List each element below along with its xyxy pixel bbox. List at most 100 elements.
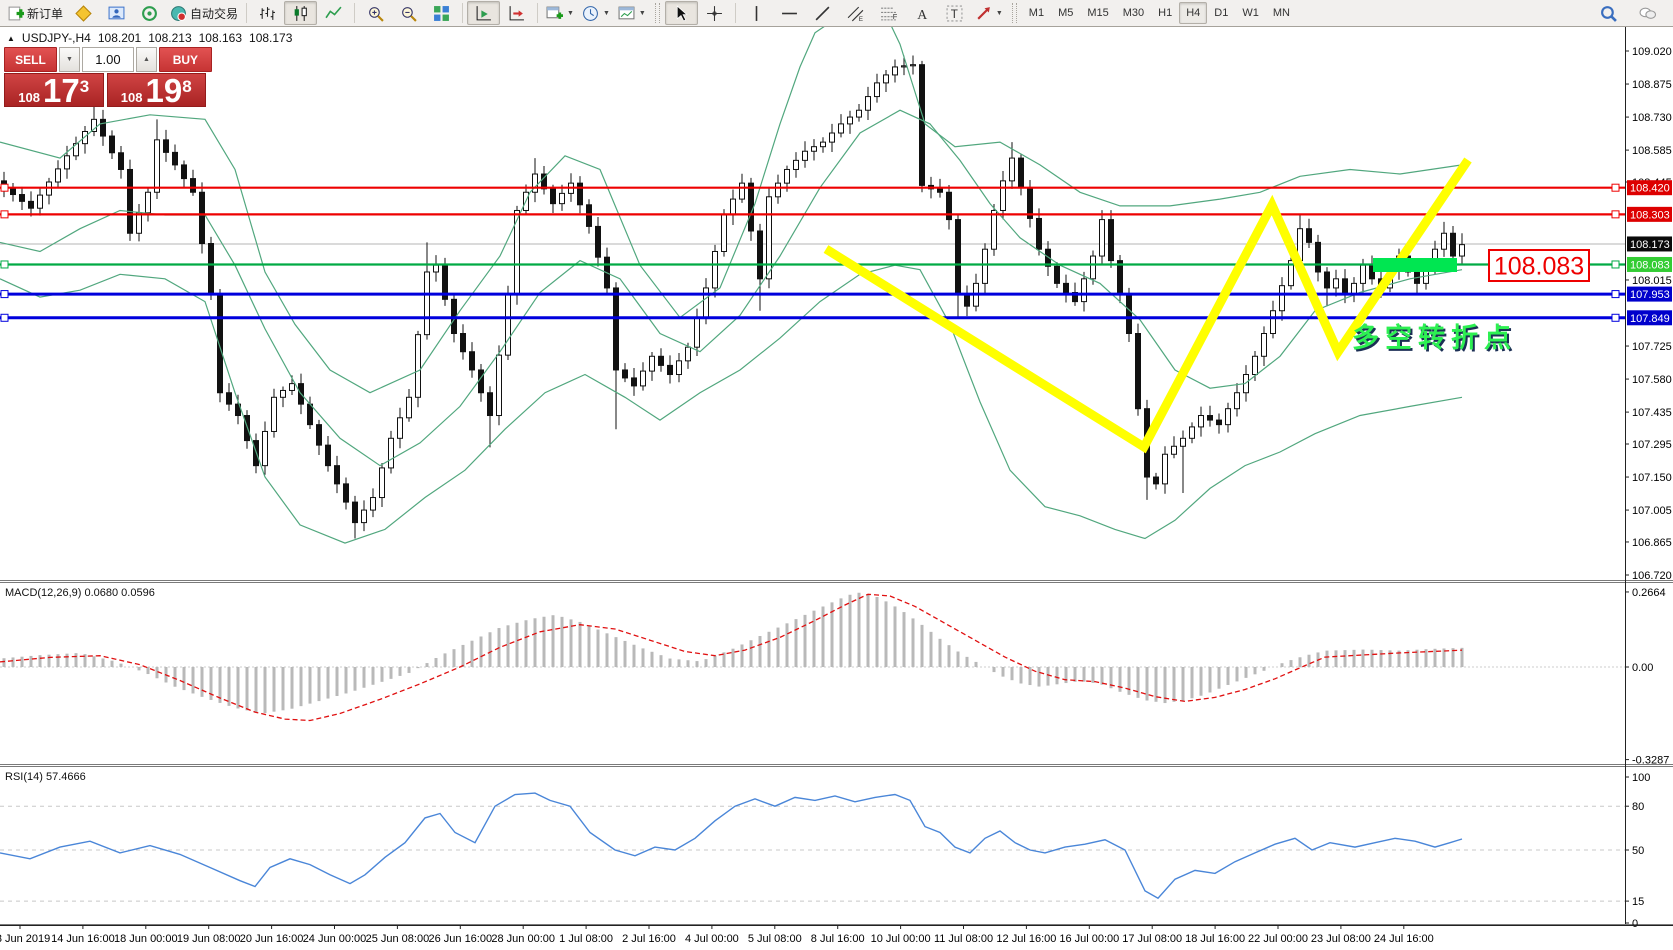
svg-text:25 Jun 08:00: 25 Jun 08:00 xyxy=(366,933,430,945)
chat-button[interactable] xyxy=(1631,1,1664,25)
candlestick-chart-button[interactable] xyxy=(284,1,317,25)
vline-icon xyxy=(748,5,765,22)
auto-scroll-button[interactable] xyxy=(467,1,500,25)
sell-price-sup: 3 xyxy=(80,72,89,102)
svg-text:108.083: 108.083 xyxy=(1630,259,1670,271)
svg-text:4 Jul 00:00: 4 Jul 00:00 xyxy=(685,933,739,945)
market-icon xyxy=(108,5,125,22)
svg-text:10 Jul 00:00: 10 Jul 00:00 xyxy=(871,933,931,945)
volume-increase-button[interactable]: ▲ xyxy=(136,47,157,72)
volume-input[interactable] xyxy=(82,47,134,72)
timeframe-button-h1[interactable]: H1 xyxy=(1151,2,1179,24)
volume-decrease-button[interactable]: ▼ xyxy=(59,47,80,72)
ohlc-low: 108.163 xyxy=(199,31,242,45)
auto-icon xyxy=(170,5,187,22)
autoscroll-icon xyxy=(475,5,492,22)
timeframe-button-m15[interactable]: M15 xyxy=(1080,2,1115,24)
zoom-out-button[interactable] xyxy=(392,1,425,25)
candles-icon xyxy=(292,5,309,22)
buy-price-quote[interactable]: 108198 xyxy=(107,73,207,107)
tile-windows-button[interactable] xyxy=(425,1,458,25)
ohlc-high: 108.213 xyxy=(148,31,191,45)
indicators-menu-button[interactable]: ▼ xyxy=(614,1,650,25)
trendline-button[interactable] xyxy=(806,1,839,25)
new-order-button[interactable]: 新订单 xyxy=(3,1,67,25)
svg-text:107.849: 107.849 xyxy=(1630,313,1670,325)
turning-point-label[interactable]: 多空转折点多空转折点 xyxy=(1352,322,1519,355)
toolbar-separator xyxy=(735,3,736,23)
text-button[interactable]: A xyxy=(905,1,938,25)
sell-price-big: 17 xyxy=(43,76,80,105)
tile-icon xyxy=(433,5,450,22)
indwindow-icon xyxy=(618,5,635,22)
hline-icon xyxy=(781,5,798,22)
price-annotation-box[interactable]: 108.083 xyxy=(1489,250,1589,281)
svg-text:108.875: 108.875 xyxy=(1632,79,1672,91)
crosshair-button[interactable] xyxy=(698,1,731,25)
search-button[interactable] xyxy=(1592,1,1625,25)
timeframe-button-mn[interactable]: MN xyxy=(1266,2,1297,24)
zoomin-icon xyxy=(367,5,384,22)
mt4-window: 108.083多空转折点多空转折点109.020108.875108.73010… xyxy=(0,0,1673,950)
buy-price-prefix: 108 xyxy=(121,90,143,105)
chart-shift-button[interactable] xyxy=(500,1,533,25)
timeframe-button-h4[interactable]: H4 xyxy=(1179,2,1207,24)
periods-menu-button[interactable]: ▼ xyxy=(578,1,614,25)
svg-text:107.295: 107.295 xyxy=(1632,439,1672,451)
chat-icon xyxy=(1639,5,1656,22)
svg-text:T: T xyxy=(951,7,958,20)
sell-button[interactable]: SELL xyxy=(4,47,57,72)
timeframe-button-w1[interactable]: W1 xyxy=(1235,2,1266,24)
svg-text:多空转折点: 多空转折点 xyxy=(1352,322,1517,353)
equidistant-channel-button[interactable]: E xyxy=(839,1,872,25)
toolbar: 新订单自动交易▼▼▼EFAT▼M1M5M15M30H1H4D1W1MN xyxy=(0,0,1673,27)
svg-text:16 Jul 00:00: 16 Jul 00:00 xyxy=(1059,933,1119,945)
cursor-button[interactable] xyxy=(665,1,698,25)
svg-text:106.720: 106.720 xyxy=(1632,570,1672,582)
price-badge-108.303: 108.303 xyxy=(1627,207,1672,222)
svg-text:100: 100 xyxy=(1632,772,1650,784)
svg-text:0.2664: 0.2664 xyxy=(1632,587,1666,599)
timeframe-button-m1[interactable]: M1 xyxy=(1022,2,1051,24)
zoom-in-button[interactable] xyxy=(359,1,392,25)
clock-icon xyxy=(582,5,599,22)
newchart-icon xyxy=(546,5,563,22)
toolbar-grip xyxy=(1012,3,1017,23)
svg-text:12 Jul 16:00: 12 Jul 16:00 xyxy=(996,933,1056,945)
svg-text:15: 15 xyxy=(1632,896,1644,908)
toolbar-separator xyxy=(354,3,355,23)
fibonacci-button[interactable]: F xyxy=(872,1,905,25)
svg-text:17 Jul 08:00: 17 Jul 08:00 xyxy=(1122,933,1182,945)
rsi-label: RSI(14) 57.4666 xyxy=(5,771,86,783)
metaeditor-button[interactable] xyxy=(67,1,100,25)
timeframe-button-m30[interactable]: M30 xyxy=(1116,2,1151,24)
chart-canvas[interactable]: 108.083多空转折点多空转折点109.020108.875108.73010… xyxy=(0,0,1673,950)
svg-text:22 Jul 00:00: 22 Jul 00:00 xyxy=(1248,933,1308,945)
market-watch-button[interactable] xyxy=(100,1,133,25)
text-label-button[interactable]: T xyxy=(938,1,971,25)
svg-text:108.083: 108.083 xyxy=(1494,253,1584,281)
svg-text:13 Jun 2019: 13 Jun 2019 xyxy=(0,933,50,945)
line-chart-button[interactable] xyxy=(317,1,350,25)
timeframe-button-d1[interactable]: D1 xyxy=(1207,2,1235,24)
linechart-icon xyxy=(325,5,342,22)
timeframe-button-m5[interactable]: M5 xyxy=(1051,2,1080,24)
macd-label: MACD(12,26,9) 0.0680 0.0596 xyxy=(5,587,155,599)
zoomout-icon xyxy=(400,5,417,22)
collapse-arrow-icon[interactable]: ▲ xyxy=(7,34,15,43)
svg-text:106.865: 106.865 xyxy=(1632,537,1672,549)
signals-button[interactable] xyxy=(133,1,166,25)
auto-trading-button[interactable]: 自动交易 xyxy=(166,1,242,25)
cursor-icon xyxy=(673,5,690,22)
bar-chart-button[interactable] xyxy=(251,1,284,25)
new-chart-button[interactable]: ▼ xyxy=(542,1,578,25)
price-badge-107.953: 107.953 xyxy=(1627,287,1672,302)
buy-button[interactable]: BUY xyxy=(159,47,212,72)
sell-price-quote[interactable]: 108173 xyxy=(4,73,104,107)
svg-text:50: 50 xyxy=(1632,845,1644,857)
svg-text:107.005: 107.005 xyxy=(1632,505,1672,517)
vertical-line-button[interactable] xyxy=(740,1,773,25)
arrows-menu-button[interactable]: ▼ xyxy=(971,1,1007,25)
horizontal-line-button[interactable] xyxy=(773,1,806,25)
green-highlight-bar[interactable] xyxy=(1373,258,1457,272)
